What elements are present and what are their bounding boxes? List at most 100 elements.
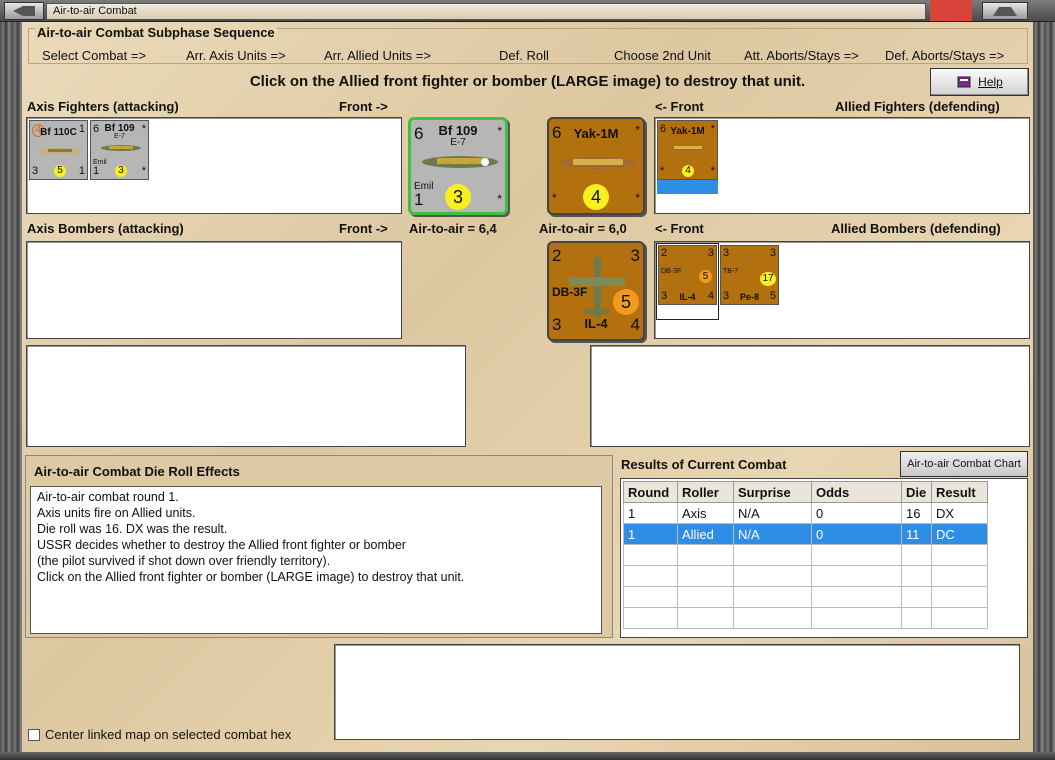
title-bar[interactable]: Air-to-air Combat bbox=[0, 0, 1055, 22]
system-menu-button[interactable] bbox=[4, 2, 44, 20]
allied-bomber-counter-1[interactable]: 2 3 DB-3F 5 3 IL-4 4 bbox=[658, 245, 717, 305]
results-header-row: Round Roller Surprise Odds Die Result bbox=[623, 481, 988, 503]
left-border bbox=[0, 22, 22, 760]
right-border bbox=[1033, 22, 1055, 760]
front-br: * bbox=[635, 191, 640, 205]
step-att-aborts: Att. Aborts/Stays => bbox=[744, 48, 859, 63]
help-label: Help bbox=[978, 75, 1003, 89]
axis-fighters-box[interactable]: 4 Bf 110C 1 3 5 1 6 Bf 109 E-7 * Emil 1 … bbox=[26, 117, 402, 214]
axis-fighter-counter-1[interactable]: 4 Bf 110C 1 3 5 1 bbox=[29, 120, 88, 180]
counter-tr: 1 bbox=[78, 123, 85, 135]
effects-text[interactable]: Air-to-air combat round 1. Axis units fi… bbox=[30, 486, 602, 634]
counter-br: 5 bbox=[769, 290, 776, 302]
counter-name: TB-7 bbox=[723, 268, 739, 275]
front-sub: E-7 bbox=[450, 137, 466, 148]
front-left-label-1: <- Front bbox=[655, 99, 704, 114]
book-icon bbox=[957, 76, 971, 88]
cell-surprise: N/A bbox=[733, 523, 812, 545]
allied-air-to-air: Air-to-air = 6,0 bbox=[539, 221, 627, 236]
front-sub: IL-4 bbox=[584, 316, 608, 331]
aircraft-icon bbox=[560, 157, 636, 169]
counter-tl: 3 bbox=[723, 247, 730, 259]
col-die: Die bbox=[901, 481, 932, 503]
counter-br: 1 bbox=[78, 165, 85, 177]
step-arr-axis: Arr. Axis Units => bbox=[186, 48, 286, 63]
step-select-combat: Select Combat => bbox=[42, 48, 147, 63]
front-circle: 4 bbox=[583, 184, 609, 210]
cell-die: 16 bbox=[901, 502, 932, 524]
effects-line: Die roll was 16. DX was the result. bbox=[37, 522, 228, 536]
table-row[interactable]: 1 Axis N/A 0 16 DX bbox=[623, 502, 988, 524]
counter-circle: 5 bbox=[699, 270, 712, 283]
results-table[interactable]: Round Roller Surprise Odds Die Result 1 … bbox=[623, 481, 988, 629]
effects-line: Air-to-air combat round 1. bbox=[37, 490, 179, 504]
front-circle: 3 bbox=[445, 184, 471, 210]
axis-fighter-counter-2[interactable]: 6 Bf 109 E-7 * Emil 1 3 * bbox=[90, 120, 149, 180]
subphase-heading: Air-to-air Combat Subphase Sequence bbox=[35, 25, 277, 40]
front-br: * bbox=[497, 192, 502, 206]
front-bl: * bbox=[552, 191, 557, 205]
air-combat-chart-button[interactable]: Air-to-air Combat Chart bbox=[900, 451, 1028, 477]
instruction-text: Click on the Allied front fighter or bom… bbox=[249, 73, 806, 90]
table-row-empty bbox=[623, 565, 988, 587]
counter-name: DB-3F bbox=[661, 268, 682, 275]
counter-circle: 3 bbox=[115, 165, 127, 177]
cell-odds: 0 bbox=[811, 502, 902, 524]
aircraft-icon bbox=[668, 145, 708, 151]
col-result: Result bbox=[931, 481, 988, 503]
counter-tr: 3 bbox=[707, 247, 714, 259]
counter-circle: 4 bbox=[682, 165, 694, 177]
message-box bbox=[334, 644, 1020, 740]
counter-sub: E-7 bbox=[114, 133, 125, 140]
allied-bomber-counter-2[interactable]: 3 3 TB-7 17 3 Pe-8 5 bbox=[720, 245, 779, 305]
col-roller: Roller bbox=[677, 481, 734, 503]
effects-line: Click on the Allied front fighter or bom… bbox=[37, 570, 465, 584]
allied-front-fighter[interactable]: 6 Yak-1M * * 4 * bbox=[547, 117, 645, 215]
counter-name: Yak-1M bbox=[670, 126, 705, 137]
counter-bl: * bbox=[660, 165, 665, 177]
minimize-button[interactable] bbox=[982, 2, 1028, 20]
counter-tl: 2 bbox=[661, 247, 668, 259]
table-row-selected[interactable]: 1 Allied N/A 0 11 DC bbox=[623, 523, 988, 545]
front-right-label-2: Front -> bbox=[339, 221, 388, 236]
allied-fighters-label: Allied Fighters (defending) bbox=[835, 99, 1000, 114]
counter-circle: 5 bbox=[54, 165, 66, 177]
axis-bombers-label: Axis Bombers (attacking) bbox=[27, 221, 184, 236]
center-map-checkbox[interactable] bbox=[28, 728, 40, 741]
axis-bombers-box[interactable] bbox=[26, 241, 402, 339]
effects-line: (the pilot survived if shot down over fr… bbox=[37, 554, 331, 568]
allied-fighter-counter-1[interactable]: 6 Yak-1M * * 4 * bbox=[657, 120, 718, 180]
col-odds: Odds bbox=[811, 481, 902, 503]
front-right-label-1: Front -> bbox=[339, 99, 388, 114]
help-button[interactable]: Help bbox=[930, 68, 1029, 96]
allied-fighters-box[interactable]: 6 Yak-1M * * 4 * bbox=[654, 117, 1030, 214]
close-area[interactable] bbox=[930, 0, 972, 21]
counter-tr: * bbox=[141, 123, 146, 135]
center-map-checkbox-row[interactable]: Center linked map on selected combat hex bbox=[28, 727, 291, 742]
front-tr: 3 bbox=[630, 246, 640, 265]
die-roll-effects-panel: Air-to-air Combat Die Roll Effects Air-t… bbox=[25, 455, 613, 638]
counter-br: * bbox=[710, 165, 715, 177]
front-name: Bf 109 bbox=[438, 123, 478, 138]
selected-unit-highlight bbox=[657, 180, 718, 194]
effects-line: USSR decides whether to destroy the Alli… bbox=[37, 538, 406, 552]
table-row-empty bbox=[623, 544, 988, 566]
effects-heading: Air-to-air Combat Die Roll Effects bbox=[34, 464, 240, 479]
counter-bl: 1 bbox=[93, 165, 100, 177]
axis-front-fighter[interactable]: 6 Bf 109 E-7 * Emil 1 3 * bbox=[408, 117, 508, 215]
counter-circle: 17 bbox=[760, 272, 776, 286]
results-table-panel[interactable]: Round Roller Surprise Odds Die Result 1 … bbox=[620, 478, 1028, 638]
step-def-aborts: Def. Aborts/Stays => bbox=[885, 48, 1005, 63]
allied-bombers-box[interactable]: 2 3 DB-3F 5 3 IL-4 4 3 3 TB-7 17 3 Pe-8 … bbox=[654, 241, 1030, 339]
results-heading: Results of Current Combat bbox=[621, 457, 787, 472]
aircraft-icon bbox=[38, 148, 82, 154]
allied-front-bomber[interactable]: 2 3 DB-3F 5 3 IL-4 4 bbox=[547, 241, 645, 341]
axis-info-box bbox=[26, 345, 466, 447]
counter-bl: 3 bbox=[32, 165, 39, 177]
allied-bombers-label: Allied Bombers (defending) bbox=[831, 221, 1001, 236]
axis-air-to-air: Air-to-air = 6,4 bbox=[409, 221, 497, 236]
window-title: Air-to-air Combat bbox=[46, 3, 926, 20]
cell-result: DX bbox=[931, 502, 988, 524]
allied-info-box bbox=[590, 345, 1030, 447]
step-def-roll: Def. Roll bbox=[499, 48, 549, 63]
